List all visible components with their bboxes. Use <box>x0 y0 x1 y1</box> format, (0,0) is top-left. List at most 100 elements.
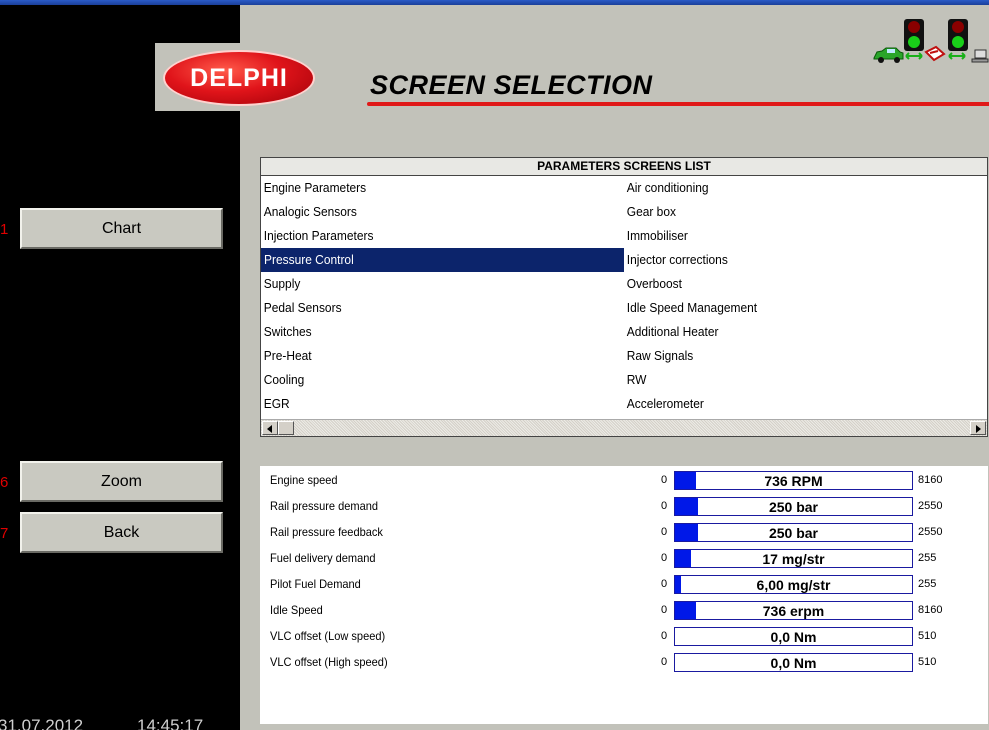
param-value: 736 erpm <box>762 603 825 619</box>
zoom-shortcut-number: 6 <box>0 474 9 491</box>
car-icon <box>873 47 904 63</box>
param-value: 0,0 Nm <box>770 629 817 645</box>
param-max: 255 <box>918 552 937 564</box>
param-gauge: 6,00 mg/str <box>674 575 913 594</box>
list-column-right: Air conditioning Gear box Immobiliser In… <box>624 176 987 416</box>
param-label: Fuel delivery demand <box>270 551 376 565</box>
param-label: Rail pressure feedback <box>270 525 383 539</box>
param-row: VLC offset (Low speed) 0 0,0 Nm 510 <box>260 626 988 646</box>
param-gauge: 250 bar <box>674 523 913 542</box>
param-min: 0 <box>661 578 668 590</box>
param-gauge: 17 mg/str <box>674 549 913 568</box>
param-label: VLC offset (High speed) <box>270 655 388 669</box>
link-arrow-icon <box>905 52 923 60</box>
list-item[interactable]: Pre-Heat <box>261 344 595 368</box>
list-item[interactable]: Injection Parameters <box>261 224 595 248</box>
param-row: Engine speed 0 736 RPM 8160 <box>260 470 988 490</box>
param-value: 0,0 Nm <box>770 655 817 671</box>
param-gauge: 0,0 Nm <box>674 653 913 672</box>
param-value: 250 bar <box>768 525 819 541</box>
delphi-logo: DELPHI <box>155 43 320 111</box>
list-item[interactable]: Raw Signals <box>624 344 958 368</box>
list-item[interactable]: Overboost <box>624 272 958 296</box>
list-item[interactable]: Cooling <box>261 368 595 392</box>
live-parameters-panel: Engine speed 0 736 RPM 8160 Rail pressur… <box>260 466 988 724</box>
traffic-light-icon <box>948 19 968 51</box>
param-row: Pilot Fuel Demand 0 6,00 mg/str 255 <box>260 574 988 594</box>
list-item[interactable]: RW <box>624 368 958 392</box>
list-item[interactable]: Air conditioning <box>624 176 958 200</box>
list-header: PARAMETERS SCREENS LIST <box>261 158 987 176</box>
arrow-right-icon <box>976 425 981 433</box>
ecu-icon <box>924 45 946 62</box>
horizontal-scrollbar[interactable] <box>261 419 987 436</box>
param-row: Idle Speed 0 736 erpm 8160 <box>260 600 988 620</box>
chart-button[interactable]: Chart <box>20 208 223 249</box>
param-min: 0 <box>661 604 668 616</box>
param-min: 0 <box>661 552 668 564</box>
param-max: 2550 <box>918 526 943 538</box>
param-label: Pilot Fuel Demand <box>270 577 361 591</box>
list-item[interactable]: Additional Heater <box>624 320 958 344</box>
list-item[interactable]: Idle Speed Management <box>624 296 958 320</box>
zoom-button[interactable]: Zoom <box>20 461 223 502</box>
param-row: VLC offset (High speed) 0 0,0 Nm 510 <box>260 652 988 672</box>
param-max: 510 <box>918 630 937 642</box>
list-item[interactable]: Accelerometer <box>624 392 958 416</box>
list-item[interactable]: Supply <box>261 272 595 296</box>
footer-date: 31.07.2012 <box>0 716 84 730</box>
arrow-left-icon <box>267 425 272 433</box>
computer-icon <box>971 49 989 63</box>
param-value: 17 mg/str <box>762 551 825 567</box>
param-gauge: 250 bar <box>674 497 913 516</box>
param-gauge: 0,0 Nm <box>674 627 913 646</box>
list-item[interactable]: Switches <box>261 320 595 344</box>
param-max: 255 <box>918 578 937 590</box>
list-item[interactable]: Injector corrections <box>624 248 958 272</box>
param-min: 0 <box>661 656 668 668</box>
param-max: 510 <box>918 656 937 668</box>
param-value: 6,00 mg/str <box>756 577 831 593</box>
back-button[interactable]: Back <box>20 512 223 553</box>
link-arrow-icon <box>948 52 966 60</box>
connection-status <box>872 18 989 68</box>
scroll-right-button[interactable] <box>970 421 986 435</box>
footer-time: 14:45:17 <box>137 716 204 730</box>
param-row: Rail pressure demand 0 250 bar 2550 <box>260 496 988 516</box>
list-item[interactable]: Gear box <box>624 200 958 224</box>
param-label: Rail pressure demand <box>270 499 379 513</box>
param-min: 0 <box>661 630 668 642</box>
list-item[interactable]: Pedal Sensors <box>261 296 595 320</box>
param-min: 0 <box>661 474 668 486</box>
param-gauge: 736 RPM <box>674 471 913 490</box>
parameters-screens-list: PARAMETERS SCREENS LIST Engine Parameter… <box>260 157 988 437</box>
scroll-left-button[interactable] <box>262 421 278 435</box>
list-item[interactable]: Engine Parameters <box>261 176 595 200</box>
traffic-light-icon <box>904 19 924 51</box>
param-value: 250 bar <box>768 499 819 515</box>
list-item-selected[interactable]: Pressure Control <box>261 248 624 272</box>
logo-text: DELPHI <box>190 63 288 92</box>
chart-shortcut-number: 1 <box>0 221 9 238</box>
param-value: 736 RPM <box>764 473 823 489</box>
param-label: VLC offset (Low speed) <box>270 629 386 643</box>
param-min: 0 <box>661 500 668 512</box>
param-label: Idle Speed <box>270 603 323 617</box>
list-item[interactable]: Immobiliser <box>624 224 958 248</box>
param-row: Fuel delivery demand 0 17 mg/str 255 <box>260 548 988 568</box>
param-label: Engine speed <box>270 473 338 487</box>
param-max: 8160 <box>918 474 943 486</box>
param-min: 0 <box>661 526 668 538</box>
param-max: 8160 <box>918 604 943 616</box>
param-max: 2550 <box>918 500 943 512</box>
list-item[interactable]: Analogic Sensors <box>261 200 595 224</box>
param-row: Rail pressure feedback 0 250 bar 2550 <box>260 522 988 542</box>
param-gauge: 736 erpm <box>674 601 913 620</box>
scrollbar-thumb[interactable] <box>278 421 294 435</box>
page-title: SCREEN SELECTION <box>370 70 653 100</box>
title-underline <box>367 102 989 106</box>
list-column-left: Engine Parameters Analogic Sensors Injec… <box>261 176 624 416</box>
sidebar: 1 Chart 6 Zoom 7 Back 31.07.2012 14:45:1… <box>0 5 240 730</box>
list-item[interactable]: EGR <box>261 392 595 416</box>
back-shortcut-number: 7 <box>0 525 9 542</box>
